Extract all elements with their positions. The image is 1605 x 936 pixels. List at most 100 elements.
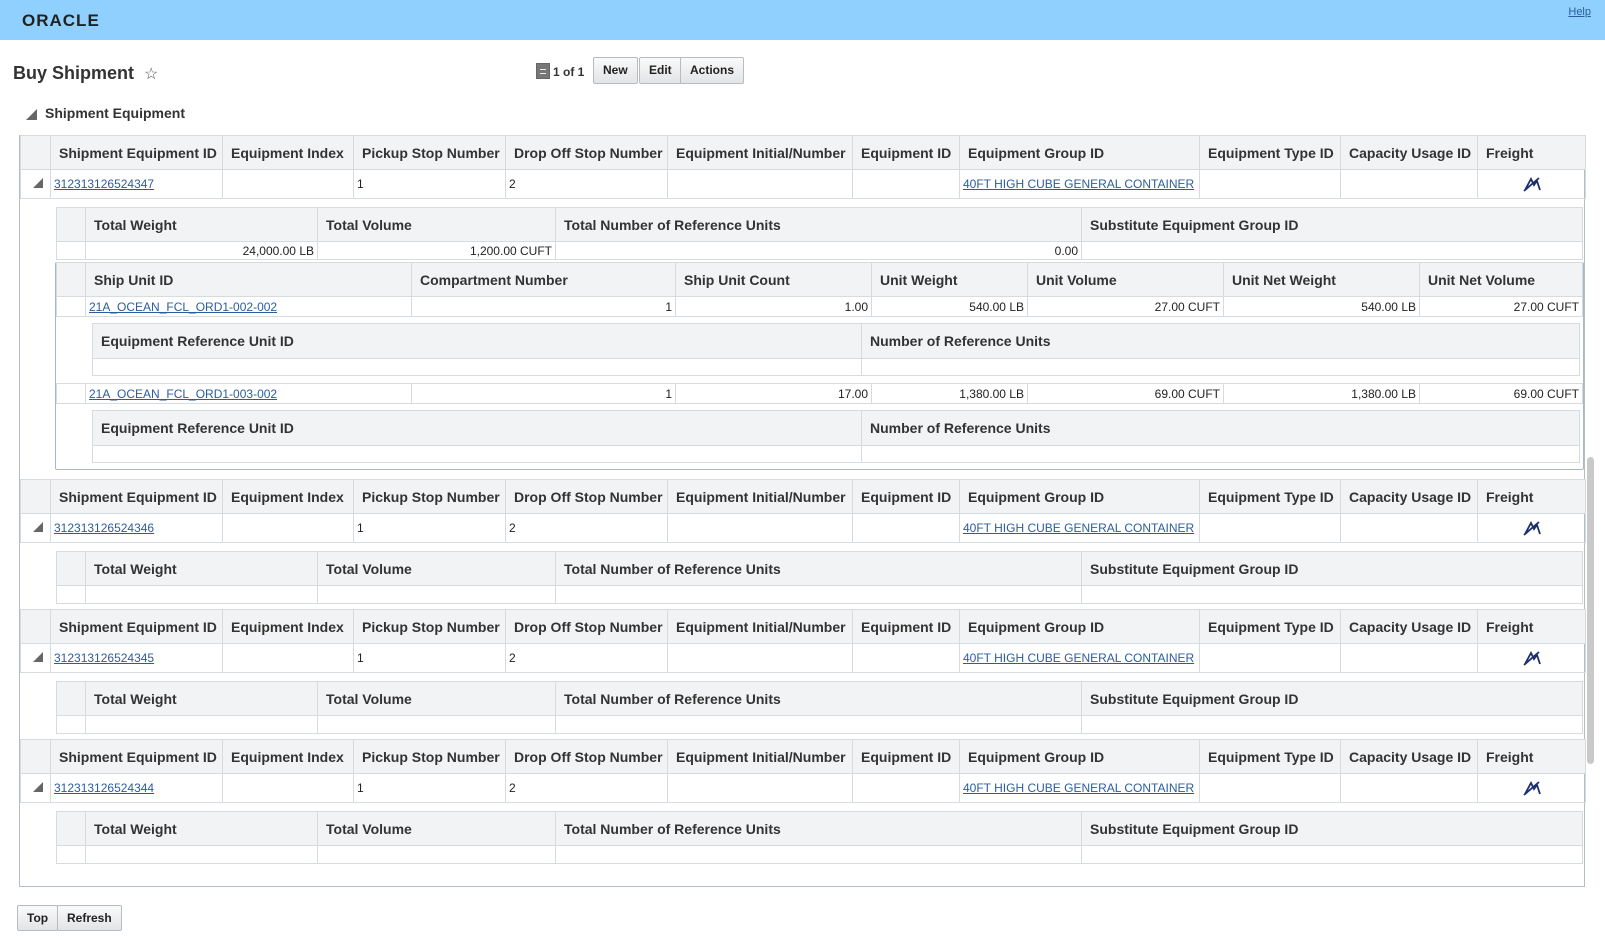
freight-icon[interactable] bbox=[1522, 780, 1541, 796]
index-cell bbox=[222, 773, 354, 803]
column-header: Capacity Usage ID bbox=[1340, 739, 1478, 774]
ship-unit-count-cell: 1.00 bbox=[675, 296, 872, 317]
record-list-icon[interactable] bbox=[536, 63, 550, 79]
oracle-logo: ORACLE bbox=[22, 11, 100, 30]
freight-icon[interactable] bbox=[1522, 650, 1541, 666]
compartment-cell: 1 bbox=[411, 296, 676, 317]
column-header: Equipment ID bbox=[852, 479, 960, 514]
equipment-group-id-link-cell: 40FT HIGH CUBE GENERAL CONTAINER bbox=[959, 169, 1200, 199]
dropoff-stop-cell: 2 bbox=[505, 513, 668, 543]
column-header: Pickup Stop Number bbox=[353, 135, 506, 170]
column-header: Equipment Index bbox=[222, 479, 354, 514]
column-header: Equipment Type ID bbox=[1199, 135, 1341, 170]
spacer-cell bbox=[56, 715, 86, 734]
column-header: Compartment Number bbox=[411, 262, 676, 297]
actions-button[interactable]: Actions bbox=[680, 57, 745, 84]
ship-units-table: Ship Unit ID Compartment Number Ship Unit … bbox=[56, 262, 1583, 317]
equipment-table: Shipment Equipment ID Equipment Index Pick… bbox=[20, 739, 1586, 803]
column-header: Total Weight bbox=[85, 551, 318, 586]
total-weight-cell bbox=[85, 585, 318, 604]
top-banner: ORACLE Help bbox=[0, 0, 1605, 40]
totals-table: Total Weight Total Volume Total Number of … bbox=[56, 811, 1583, 864]
column-header: Equipment Group ID bbox=[959, 609, 1200, 644]
pickup-stop-cell: 1 bbox=[353, 513, 506, 543]
new-button[interactable]: New bbox=[593, 57, 638, 84]
column-header: Shipment Equipment ID bbox=[50, 609, 223, 644]
top-button[interactable]: Top bbox=[17, 905, 59, 931]
unit-weight-cell: 540.00 LB bbox=[871, 296, 1028, 317]
column-header: Equipment Index bbox=[222, 739, 354, 774]
freight-icon[interactable] bbox=[1522, 520, 1541, 536]
refresh-button[interactable]: Refresh bbox=[57, 905, 122, 931]
expand-cell bbox=[20, 169, 51, 199]
type-id-cell bbox=[1199, 773, 1341, 803]
totals-table: Total Weight Total Volume Total Number of … bbox=[56, 681, 1583, 734]
column-header: Ship Unit ID bbox=[85, 262, 412, 297]
equipment-group-id-link[interactable]: 40FT HIGH CUBE GENERAL CONTAINER bbox=[963, 651, 1194, 665]
index-cell bbox=[222, 513, 354, 543]
column-header: Drop Off Stop Number bbox=[505, 739, 668, 774]
favorite-star-icon[interactable]: ☆ bbox=[144, 64, 158, 84]
capacity-usage-id-cell bbox=[1340, 643, 1478, 673]
freight-cell bbox=[1477, 643, 1586, 673]
collapse-row-icon[interactable] bbox=[33, 522, 43, 532]
total-ref-units-cell bbox=[555, 585, 1082, 604]
shipment-equipment-id-link[interactable]: 312313126524346 bbox=[54, 521, 154, 535]
equipment-table: Shipment Equipment ID Equipment Index Pick… bbox=[20, 479, 1586, 543]
equipment-row: 312313126524346 1 2 40FT HIGH CUBE GENERAL … bbox=[20, 513, 1586, 543]
collapse-row-icon[interactable] bbox=[33, 178, 43, 188]
freight-cell bbox=[1477, 169, 1586, 199]
shipment-equipment-id-link[interactable]: 312313126524345 bbox=[54, 651, 154, 665]
column-header: Total Volume bbox=[317, 681, 556, 716]
initial-number-cell bbox=[667, 513, 853, 543]
ship-unit-row: 21A_OCEAN_FCL_ORD1-003-002 1 17.00 1,380.00… bbox=[56, 383, 1583, 404]
expand-cell bbox=[20, 643, 51, 673]
column-header: Equipment Type ID bbox=[1199, 479, 1341, 514]
column-header: Capacity Usage ID bbox=[1340, 135, 1478, 170]
column-header: Pickup Stop Number bbox=[353, 609, 506, 644]
equipment-row: 312313126524347 1 2 40FT HIGH CUBE GENERAL … bbox=[20, 169, 1586, 199]
total-ref-units-cell bbox=[555, 845, 1082, 864]
column-header: Equipment ID bbox=[852, 609, 960, 644]
column-header: Unit Net Weight bbox=[1223, 262, 1420, 297]
spacer-header bbox=[56, 811, 86, 846]
column-header: Total Volume bbox=[317, 207, 556, 242]
equipment-group-id-link-cell: 40FT HIGH CUBE GENERAL CONTAINER bbox=[959, 513, 1200, 543]
pager-text: 1 of 1 bbox=[553, 65, 585, 79]
equipment-id-cell bbox=[852, 643, 960, 673]
column-header: Total Number of Reference Units bbox=[555, 681, 1082, 716]
dropoff-stop-cell: 2 bbox=[505, 773, 668, 803]
equipment-table: Shipment Equipment ID Equipment Index Pick… bbox=[20, 135, 1586, 199]
substitute-group-cell bbox=[1081, 241, 1583, 260]
column-header: Equipment ID bbox=[852, 135, 960, 170]
vertical-scrollbar[interactable] bbox=[1587, 457, 1594, 764]
column-header: Freight bbox=[1477, 609, 1586, 644]
ship-unit-id-link[interactable]: 21A_OCEAN_FCL_ORD1-003-002 bbox=[89, 387, 277, 401]
total-volume-cell bbox=[317, 845, 556, 864]
help-link[interactable]: Help bbox=[1568, 6, 1591, 18]
column-header: Total Weight bbox=[85, 207, 318, 242]
column-header: Equipment Group ID bbox=[959, 739, 1200, 774]
total-ref-units-cell: 0.00 bbox=[555, 241, 1082, 260]
total-weight-cell bbox=[85, 845, 318, 864]
edit-button[interactable]: Edit bbox=[639, 57, 682, 84]
collapse-row-icon[interactable] bbox=[33, 652, 43, 662]
collapse-row-icon[interactable] bbox=[33, 782, 43, 792]
pickup-stop-cell: 1 bbox=[353, 643, 506, 673]
column-header: Total Volume bbox=[317, 551, 556, 586]
shipment-equipment-id-link[interactable]: 312313126524347 bbox=[54, 177, 154, 191]
equipment-row: 312313126524345 1 2 40FT HIGH CUBE GENERAL … bbox=[20, 643, 1586, 673]
capacity-usage-id-cell bbox=[1340, 773, 1478, 803]
equipment-group-id-link[interactable]: 40FT HIGH CUBE GENERAL CONTAINER bbox=[963, 781, 1194, 795]
column-header: Freight bbox=[1477, 739, 1586, 774]
equipment-group-id-link[interactable]: 40FT HIGH CUBE GENERAL CONTAINER bbox=[963, 177, 1194, 191]
shipment-equipment-id-link[interactable]: 312313126524344 bbox=[54, 781, 154, 795]
ship-unit-row: 21A_OCEAN_FCL_ORD1-002-002 1 1.00 540.00 LB… bbox=[56, 296, 1583, 317]
expand-column-header bbox=[20, 609, 51, 644]
freight-icon[interactable] bbox=[1522, 176, 1541, 192]
equipment-group-id-link[interactable]: 40FT HIGH CUBE GENERAL CONTAINER bbox=[963, 521, 1194, 535]
column-header: Unit Net Volume bbox=[1419, 262, 1583, 297]
section-collapse-icon[interactable] bbox=[26, 109, 37, 120]
ship-unit-id-link[interactable]: 21A_OCEAN_FCL_ORD1-002-002 bbox=[89, 300, 277, 314]
spacer-cell bbox=[56, 296, 86, 317]
